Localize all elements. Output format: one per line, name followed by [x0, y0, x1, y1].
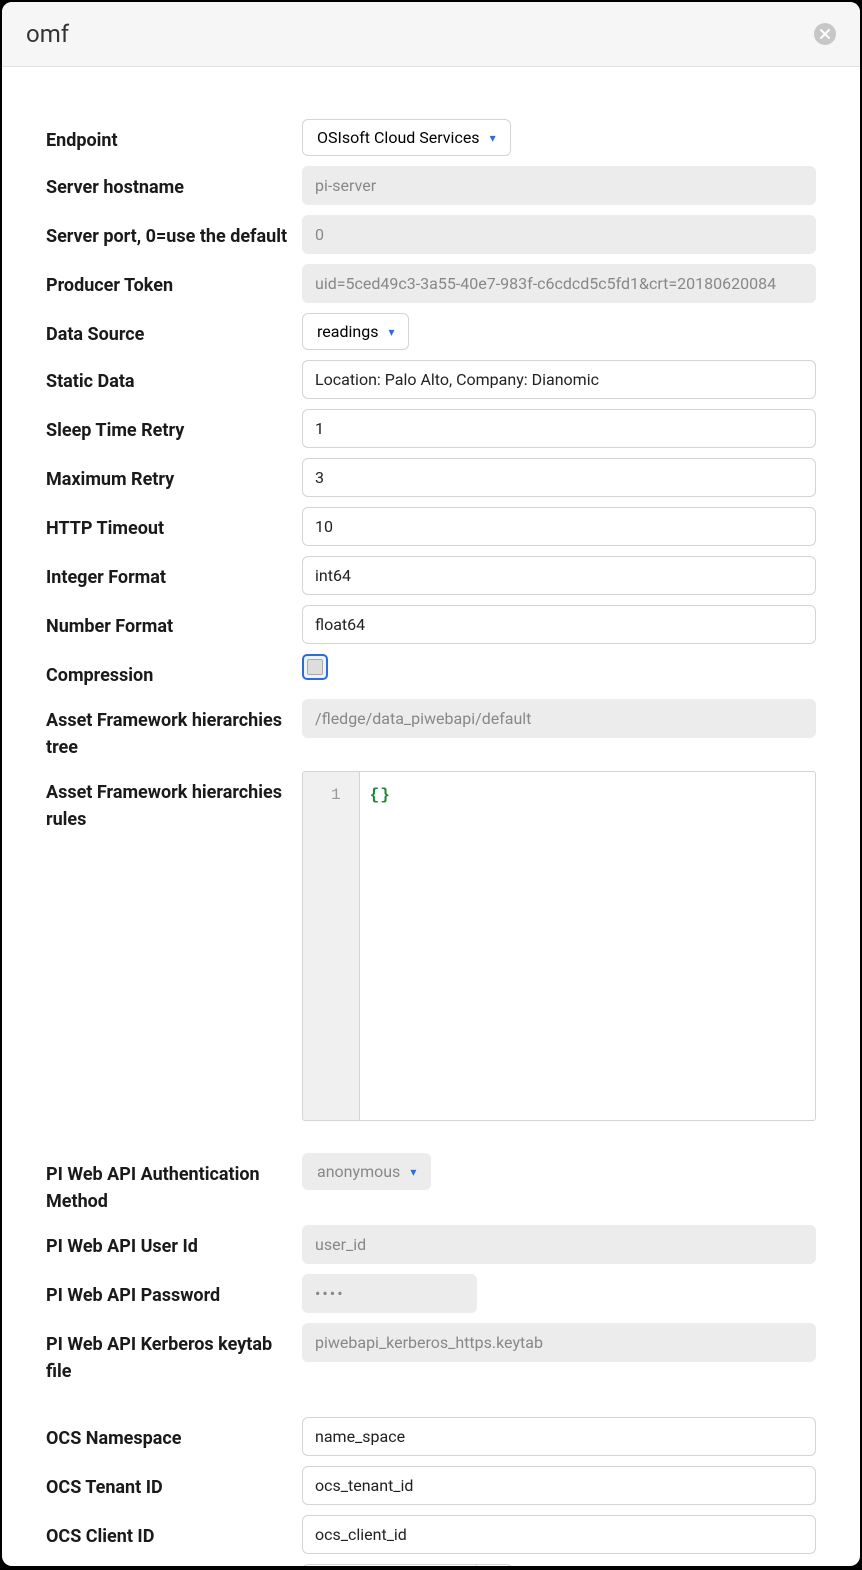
row-pi-auth-method: PI Web API Authentication Method anonymo…: [46, 1153, 816, 1215]
label-af-rules: Asset Framework hierarchies rules: [46, 771, 302, 833]
input-ocs-client-secret[interactable]: [302, 1564, 477, 1566]
toggle-visibility-button[interactable]: [477, 1564, 513, 1566]
input-pi-password: [302, 1274, 477, 1313]
input-sleep-time-retry[interactable]: [302, 409, 816, 448]
input-http-timeout[interactable]: [302, 507, 816, 546]
input-af-tree: [302, 699, 816, 738]
row-af-rules: Asset Framework hierarchies rules 1 {}: [46, 771, 816, 1121]
label-static-data: Static Data: [46, 360, 302, 395]
input-maximum-retry[interactable]: [302, 458, 816, 497]
select-data-source[interactable]: readings ▾: [302, 313, 409, 350]
row-pi-user-id: PI Web API User Id: [46, 1225, 816, 1264]
chevron-down-icon: ▾: [410, 1165, 416, 1179]
label-pi-keytab: PI Web API Kerberos keytab file: [46, 1323, 302, 1385]
label-pi-password: PI Web API Password: [46, 1274, 302, 1309]
close-button[interactable]: [814, 23, 836, 45]
modal-window: omf Endpoint OSIsoft Cloud Services ▾ Se…: [2, 2, 860, 1566]
row-sleep-time-retry: Sleep Time Retry: [46, 409, 816, 448]
row-integer-format: Integer Format: [46, 556, 816, 595]
label-endpoint: Endpoint: [46, 119, 302, 154]
code-body: {}: [360, 772, 401, 1120]
row-af-tree: Asset Framework hierarchies tree: [46, 699, 816, 761]
input-server-hostname: [302, 166, 816, 205]
input-ocs-tenant-id[interactable]: [302, 1466, 816, 1505]
row-ocs-client-id: OCS Client ID: [46, 1515, 816, 1554]
input-pi-keytab: [302, 1323, 816, 1362]
row-http-timeout: HTTP Timeout: [46, 507, 816, 546]
row-server-hostname: Server hostname: [46, 166, 816, 205]
input-static-data[interactable]: [302, 360, 816, 399]
input-number-format[interactable]: [302, 605, 816, 644]
label-number-format: Number Format: [46, 605, 302, 640]
line-number: 1: [331, 786, 341, 804]
code-gutter: 1: [303, 772, 360, 1120]
label-af-tree: Asset Framework hierarchies tree: [46, 699, 302, 761]
label-sleep-time-retry: Sleep Time Retry: [46, 409, 302, 444]
select-endpoint-value: OSIsoft Cloud Services: [317, 128, 480, 147]
label-http-timeout: HTTP Timeout: [46, 507, 302, 542]
row-static-data: Static Data: [46, 360, 816, 399]
row-pi-password: PI Web API Password: [46, 1274, 816, 1313]
row-ocs-tenant-id: OCS Tenant ID: [46, 1466, 816, 1505]
label-ocs-tenant-id: OCS Tenant ID: [46, 1466, 302, 1501]
label-pi-user-id: PI Web API User Id: [46, 1225, 302, 1260]
chevron-down-icon: ▾: [490, 131, 496, 145]
label-server-hostname: Server hostname: [46, 166, 302, 201]
row-pi-keytab: PI Web API Kerberos keytab file: [46, 1323, 816, 1385]
label-data-source: Data Source: [46, 313, 302, 348]
row-compression: Compression: [46, 654, 816, 689]
row-endpoint: Endpoint OSIsoft Cloud Services ▾: [46, 119, 816, 156]
label-ocs-client-id: OCS Client ID: [46, 1515, 302, 1550]
select-pi-auth-method[interactable]: anonymous ▾: [302, 1153, 431, 1190]
row-server-port: Server port, 0=use the default: [46, 215, 816, 254]
input-ocs-namespace[interactable]: [302, 1417, 816, 1456]
row-number-format: Number Format: [46, 605, 816, 644]
label-ocs-namespace: OCS Namespace: [46, 1417, 302, 1452]
row-producer-token: Producer Token: [46, 264, 816, 303]
select-endpoint[interactable]: OSIsoft Cloud Services ▾: [302, 119, 511, 156]
label-integer-format: Integer Format: [46, 556, 302, 591]
select-pi-auth-method-value: anonymous: [317, 1162, 400, 1181]
label-maximum-retry: Maximum Retry: [46, 458, 302, 493]
modal-titlebar: omf: [2, 2, 860, 67]
label-server-port: Server port, 0=use the default: [46, 215, 302, 250]
select-data-source-value: readings: [317, 322, 378, 341]
close-icon: [820, 29, 830, 39]
label-producer-token: Producer Token: [46, 264, 302, 299]
row-ocs-client-secret: OCS Client Secret: [46, 1564, 816, 1566]
modal-title: omf: [26, 20, 69, 48]
modal-content: Endpoint OSIsoft Cloud Services ▾ Server…: [2, 67, 860, 1566]
input-integer-format[interactable]: [302, 556, 816, 595]
label-pi-auth-method: PI Web API Authentication Method: [46, 1153, 302, 1215]
code-editor-af-rules[interactable]: 1 {}: [302, 771, 816, 1121]
input-pi-user-id: [302, 1225, 816, 1264]
chevron-down-icon: ▾: [388, 325, 394, 339]
row-maximum-retry: Maximum Retry: [46, 458, 816, 497]
input-server-port: [302, 215, 816, 254]
input-producer-token: [302, 264, 816, 303]
checkbox-inner: [307, 659, 323, 675]
input-ocs-client-id[interactable]: [302, 1515, 816, 1554]
label-compression: Compression: [46, 654, 302, 689]
row-data-source: Data Source readings ▾: [46, 313, 816, 350]
label-ocs-client-secret: OCS Client Secret: [46, 1564, 302, 1566]
row-ocs-namespace: OCS Namespace: [46, 1417, 816, 1456]
checkbox-compression[interactable]: [302, 654, 328, 680]
